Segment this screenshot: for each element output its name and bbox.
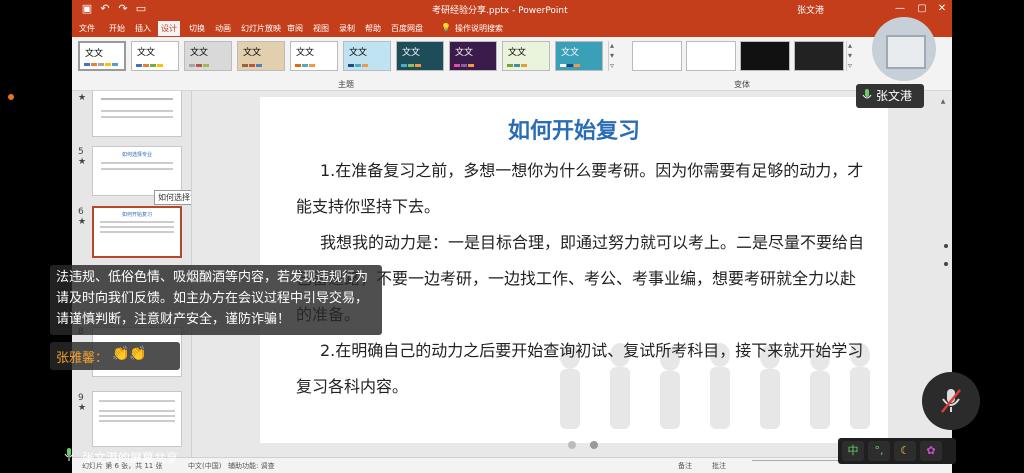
- theme-label: 文文: [349, 48, 368, 58]
- ime-skin-icon[interactable]: ✿: [920, 441, 942, 461]
- theme-8[interactable]: 文文: [449, 41, 497, 71]
- slide-star-icon: ★: [78, 217, 87, 227]
- theme-office[interactable]: 文文: [78, 41, 126, 71]
- theme-label: 文文: [190, 48, 209, 58]
- tab-animations[interactable]: 动画: [212, 22, 234, 35]
- theme-6[interactable]: 文文: [343, 41, 391, 71]
- camera-name-tag: 张文港: [856, 84, 924, 108]
- tab-view[interactable]: 视图: [310, 22, 332, 35]
- share-owner: 张文港的屏幕共享: [82, 451, 179, 465]
- tab-insert[interactable]: 插入: [132, 22, 154, 35]
- design-ribbon: 文文 文文 文文 文文 文文 文文 文文 文文 文文 文文 ▴ ▾ ▿ 主题 ▴…: [72, 37, 952, 91]
- mic-icon: [862, 89, 872, 99]
- slide-star-icon: ★: [78, 403, 87, 413]
- camera-thumbnail[interactable]: [872, 17, 936, 81]
- tab-file[interactable]: 文件: [76, 22, 98, 35]
- minimize-icon[interactable]: —: [892, 2, 908, 16]
- mute-button[interactable]: [922, 372, 980, 430]
- tab-help[interactable]: 帮助: [362, 22, 384, 35]
- slide-thumb-5[interactable]: 如何选择专业: [92, 146, 182, 196]
- tab-design[interactable]: 设计: [158, 21, 180, 36]
- variant-4[interactable]: [794, 41, 844, 71]
- zoom-slider[interactable]: [752, 460, 842, 470]
- themes-group-label: 主题: [338, 80, 354, 89]
- present-icon[interactable]: ▭: [134, 2, 148, 16]
- tab-record[interactable]: 录制: [336, 22, 358, 35]
- mic-muted-icon: [941, 389, 961, 413]
- tab-slideshow[interactable]: 幻灯片放映: [238, 22, 284, 35]
- moon-icon[interactable]: ☾: [894, 441, 916, 461]
- slide-number: 9: [78, 393, 84, 403]
- title-bar: ▣ ↶ ↷ ▭ 考研经验分享.pptx - PowerPoint 张文港 — ▢…: [72, 0, 952, 19]
- variants-group-label: 变体: [734, 80, 750, 89]
- tab-review[interactable]: 审阅: [284, 22, 306, 35]
- theme-label: 文文: [402, 48, 421, 58]
- thumb-title: 如何选择专业: [121, 152, 152, 158]
- slide-number: 5: [78, 147, 84, 157]
- theme-10[interactable]: 文文: [555, 41, 603, 71]
- close-icon[interactable]: ✕: [934, 2, 950, 16]
- status-dot: [8, 94, 14, 100]
- meeting-notice: 法违规、低俗色情、吸烟酗酒等内容，若发现违规行为请及时向我们反馈。如主办方在会议…: [50, 265, 382, 335]
- tab-home[interactable]: 开始: [106, 22, 128, 35]
- slide-thumb-6[interactable]: 如何开始复习: [92, 206, 182, 258]
- mic-icon: [64, 448, 74, 462]
- account-name[interactable]: 张文港: [797, 3, 824, 16]
- theme-2[interactable]: 文文: [131, 41, 179, 71]
- theme-label: 文文: [296, 48, 315, 58]
- theme-label: 文文: [137, 48, 156, 58]
- slide-title[interactable]: 如何开始复习: [260, 113, 888, 145]
- theme-4[interactable]: 文文: [237, 41, 285, 71]
- side-scroll: [944, 244, 948, 266]
- theme-label: 文文: [508, 48, 527, 58]
- ime-punct-icon[interactable]: °,: [868, 441, 890, 461]
- tab-transitions[interactable]: 切换: [186, 22, 208, 35]
- notes-button[interactable]: 备注: [678, 461, 692, 471]
- search-tell-me[interactable]: 操作说明搜索: [452, 22, 506, 35]
- variants-scroll[interactable]: ▴ ▾ ▿: [846, 41, 854, 71]
- slide-star-icon: ★: [78, 157, 87, 167]
- undo-icon[interactable]: ↶: [98, 2, 112, 16]
- redo-icon[interactable]: ↷: [116, 2, 130, 16]
- document-title: 考研经验分享.pptx - PowerPoint: [432, 6, 568, 16]
- chat-message: 👏👏: [112, 346, 147, 362]
- variant-2[interactable]: [686, 41, 736, 71]
- variant-1[interactable]: [632, 41, 682, 71]
- theme-7[interactable]: 文文: [396, 41, 444, 71]
- slide-number: 6: [78, 207, 84, 217]
- theme-label: 文文: [243, 48, 262, 58]
- slide-paragraph-3[interactable]: 2.在明确自己的动力之后要开始查询初试、复试所考科目，接下来就开始学习复习各科内…: [296, 333, 864, 405]
- powerpoint-window: ▣ ↶ ↷ ▭ 考研经验分享.pptx - PowerPoint 张文港 — ▢…: [72, 0, 952, 473]
- tab-baidu[interactable]: 百度网盘: [388, 22, 426, 35]
- themes-scroll[interactable]: ▴ ▾ ▿: [608, 41, 616, 71]
- screen-share-label: 张文港的屏幕共享: [60, 446, 270, 468]
- comments-button[interactable]: 批注: [712, 461, 726, 471]
- theme-9[interactable]: 文文: [502, 41, 550, 71]
- slide-nav-dot[interactable]: [590, 441, 598, 449]
- thumb-tooltip: 如何选择专业: [154, 190, 191, 205]
- theme-3[interactable]: 文文: [184, 41, 232, 71]
- slide-star-icon: ★: [78, 93, 87, 103]
- theme-label: 文文: [561, 48, 580, 58]
- theme-label: 文文: [455, 48, 474, 58]
- chat-bubble: 张雅馨： 👏👏: [50, 342, 180, 370]
- camera-name: 张文港: [876, 89, 913, 103]
- maximize-icon[interactable]: ▢: [914, 2, 930, 16]
- slide-paragraph-1[interactable]: 1.在准备复习之前，多想一想你为什么要考研。因为你需要有足够的动力，才能支持你坚…: [296, 153, 864, 225]
- thumb-title: 如何开始复习: [121, 212, 152, 218]
- slide-thumb-4[interactable]: [92, 91, 182, 137]
- variant-3[interactable]: [740, 41, 790, 71]
- camera-scene: [886, 35, 926, 69]
- ime-lang-button[interactable]: 中: [842, 441, 864, 461]
- chat-sender: 张雅馨：: [56, 351, 109, 366]
- theme-5[interactable]: 文文: [290, 41, 338, 71]
- slide-thumb-9[interactable]: [92, 391, 182, 447]
- slide-nav-dot[interactable]: [568, 441, 576, 449]
- ime-toolbar: 中 °, ☾ ✿: [838, 438, 956, 464]
- theme-label: 文文: [85, 49, 104, 59]
- ribbon-tabs: 文件 开始 插入 设计 切换 动画 幻灯片放映 审阅 视图 录制 帮助 百度网盘…: [72, 19, 952, 37]
- save-icon[interactable]: ▣: [80, 2, 94, 16]
